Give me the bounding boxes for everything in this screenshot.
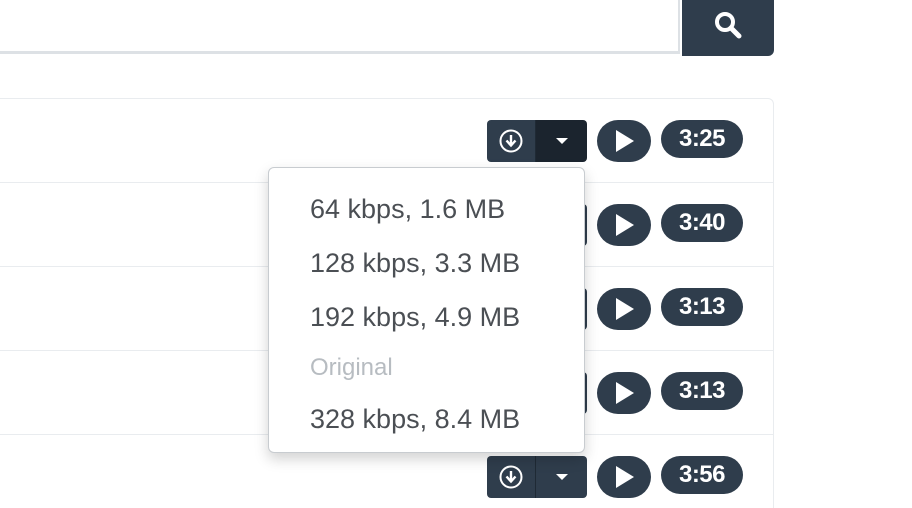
- download-button[interactable]: [487, 120, 535, 162]
- search-icon: [715, 12, 742, 39]
- download-icon: [499, 465, 523, 489]
- play-icon: [616, 382, 634, 404]
- download-button-group: [487, 456, 587, 498]
- play-icon: [616, 130, 634, 152]
- duration-badge: 3:25: [661, 120, 743, 158]
- menu-item-192kbps[interactable]: 192 kbps, 4.9 MB: [269, 290, 584, 344]
- caret-down-icon: [555, 474, 568, 480]
- page: 3:25 3:40 3:13 3:13 3:56 64 kbps, 1.6 MB…: [0, 0, 912, 508]
- duration-badge: 3:56: [661, 456, 743, 494]
- play-button[interactable]: [597, 120, 651, 162]
- download-icon: [499, 129, 523, 153]
- menu-item-328kbps[interactable]: 328 kbps, 8.4 MB: [269, 392, 584, 446]
- download-button[interactable]: [487, 456, 535, 498]
- play-icon: [616, 214, 634, 236]
- duration-badge: 3:40: [661, 204, 743, 242]
- play-button[interactable]: [597, 456, 651, 498]
- download-options-toggle[interactable]: [535, 456, 587, 498]
- play-icon: [616, 298, 634, 320]
- play-icon: [616, 466, 634, 488]
- download-options-toggle[interactable]: [535, 120, 587, 162]
- play-button[interactable]: [597, 204, 651, 246]
- download-button-group: [487, 120, 587, 162]
- menu-header-original: Original: [310, 354, 393, 381]
- play-button[interactable]: [597, 288, 651, 330]
- search-input[interactable]: [0, 0, 680, 54]
- download-options-menu: 64 kbps, 1.6 MB 128 kbps, 3.3 MB 192 kbp…: [268, 167, 585, 453]
- duration-badge: 3:13: [661, 288, 743, 326]
- menu-item-64kbps[interactable]: 64 kbps, 1.6 MB: [269, 182, 584, 236]
- duration-badge: 3:13: [661, 372, 743, 410]
- play-button[interactable]: [597, 372, 651, 414]
- search-button[interactable]: [682, 0, 774, 56]
- menu-item-128kbps[interactable]: 128 kbps, 3.3 MB: [269, 236, 584, 290]
- caret-down-icon: [555, 138, 568, 144]
